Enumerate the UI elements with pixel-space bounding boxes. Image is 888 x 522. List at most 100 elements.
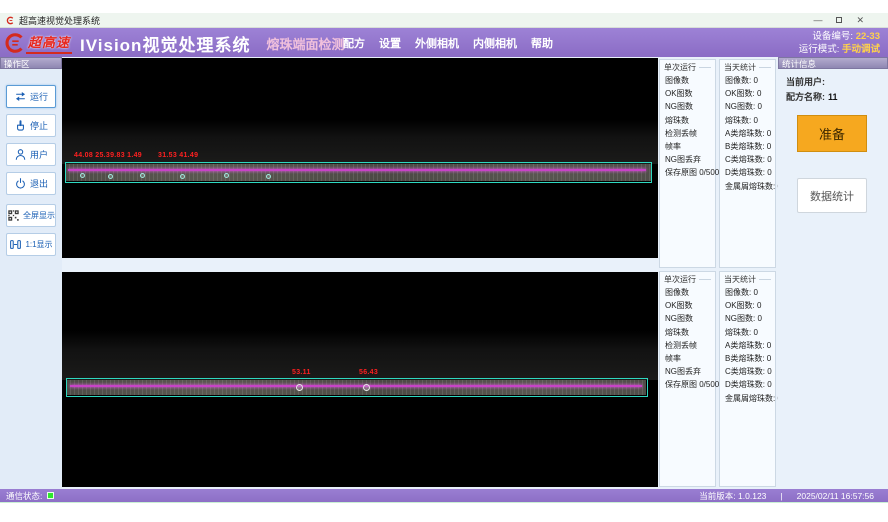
run-button-label: 运行 xyxy=(30,90,48,103)
run-mode-value: 手动调试 xyxy=(842,44,880,55)
statistics-info-panel: 统计信息 当前用户: 配方名称:11 准备 数据统计 xyxy=(778,57,888,489)
stat-row: 检测丢帧 xyxy=(665,127,713,140)
minimize-icon[interactable]: — xyxy=(813,16,822,25)
stat-row: A类熔珠数: 0 xyxy=(725,127,773,140)
stat-row: NG图数: 0 xyxy=(725,312,773,325)
user-button-label: 用户 xyxy=(30,148,48,161)
device-number-value: 22-33 xyxy=(856,31,880,42)
main-area: 操作区 运行 停止 用户 xyxy=(0,57,888,489)
app-subtitle: 熔珠端面检测 xyxy=(266,34,344,53)
menu-inner-camera[interactable]: 内侧相机 xyxy=(473,35,517,51)
menu-help[interactable]: 帮助 xyxy=(531,35,553,51)
defect-marker xyxy=(108,174,113,179)
stat-row: C类熔珠数: 0 xyxy=(725,153,773,166)
stat-row: 图像数: 0 xyxy=(725,286,773,299)
single-run-card-bottom: 单次运行 图像数OK图数NG图数熔珠数检测丢帧帧率NG图丢弃保存原图 0/500 xyxy=(659,271,716,487)
stat-row: NG图丢弃 xyxy=(665,153,713,166)
stat-row: NG图丢弃 xyxy=(665,365,713,378)
defect-marker xyxy=(224,173,229,178)
app-header: 超高速 IVision视觉处理系统 熔珠端面检测 配方 设置 外侧相机 内侧相机… xyxy=(0,28,888,58)
menu-settings[interactable]: 设置 xyxy=(379,35,401,51)
stat-row: 熔珠数: 0 xyxy=(725,326,773,339)
measurement-annotation: 53.11 xyxy=(292,369,311,376)
run-mode-label: 运行模式: xyxy=(799,44,840,55)
stat-row: 金属屑熔珠数: 0 xyxy=(725,180,773,193)
comm-status-indicator xyxy=(47,492,54,499)
stat-row: 检测丢帧 xyxy=(665,339,713,352)
card-title: 单次运行 xyxy=(664,274,711,285)
menu-bar: 配方 设置 外侧相机 内侧相机 帮助 xyxy=(343,28,553,58)
stat-row: 图像数 xyxy=(665,286,713,299)
single-run-rows: 图像数OK图数NG图数熔珠数检测丢帧帧率NG图丢弃保存原图 0/500 xyxy=(665,74,713,180)
stat-row: 熔珠数 xyxy=(665,326,713,339)
stat-row: 帧率 xyxy=(665,352,713,365)
maximize-icon[interactable] xyxy=(836,17,842,23)
brand-text: 超高速 xyxy=(26,32,72,54)
stop-button[interactable]: 停止 xyxy=(6,114,56,137)
defect-marker xyxy=(180,174,185,179)
one-to-one-button-label: 1:1显示 xyxy=(25,239,52,250)
user-icon xyxy=(14,148,27,161)
run-button[interactable]: 运行 xyxy=(6,85,56,108)
stat-row: NG图数: 0 xyxy=(725,100,773,113)
defect-marker xyxy=(363,384,370,391)
version-value: 1.0.123 xyxy=(738,491,766,501)
today-stats-card-top: 当天统计 图像数: 0OK图数: 0NG图数: 0熔珠数: 0A类熔珠数: 0B… xyxy=(719,59,776,268)
stat-row: OK图数 xyxy=(665,87,713,100)
status-bar: 通信状态: 当前版本: 1.0.123 | 2025/02/11 16:57:5… xyxy=(0,489,888,503)
stat-row: NG图数 xyxy=(665,100,713,113)
single-run-card-top: 单次运行 图像数OK图数NG图数熔珠数检测丢帧帧率NG图丢弃保存原图 0/500 xyxy=(659,59,716,268)
today-stats-card-bottom: 当天统计 图像数: 0OK图数: 0NG图数: 0熔珠数: 0A类熔珠数: 0B… xyxy=(719,271,776,487)
user-button[interactable]: 用户 xyxy=(6,143,56,166)
brand-swirl-icon xyxy=(4,32,26,54)
image-haze xyxy=(62,120,658,164)
device-number-label: 设备编号: xyxy=(812,31,853,42)
stat-row: B类熔珠数: 0 xyxy=(725,140,773,153)
one-to-one-button[interactable]: 1:1显示 xyxy=(6,233,56,256)
stat-row: D类熔珠数: 0 xyxy=(725,378,773,391)
menu-outer-camera[interactable]: 外侧相机 xyxy=(415,35,459,51)
application-window: 超高速视觉处理系统 — ✕ 超高速 IVision视觉处理系统 熔珠端面检测 配… xyxy=(0,0,888,522)
today-stats-rows: 图像数: 0OK图数: 0NG图数: 0熔珠数: 0A类熔珠数: 0B类熔珠数:… xyxy=(725,286,773,405)
run-cycle-icon xyxy=(14,90,27,103)
exit-button[interactable]: 退出 xyxy=(6,172,56,195)
defect-marker xyxy=(140,173,145,178)
header-info: 设备编号: 22-33 运行模式: 手动调试 xyxy=(799,30,880,56)
stat-row: 熔珠数 xyxy=(665,114,713,127)
fullscreen-button[interactable]: 全屏显示 xyxy=(6,204,56,227)
prepare-button[interactable]: 准备 xyxy=(797,115,867,152)
defect-marker xyxy=(296,384,303,391)
defect-marker xyxy=(266,174,271,179)
stat-row: 图像数: 0 xyxy=(725,74,773,87)
version-label: 当前版本: xyxy=(699,491,735,501)
stat-row: 熔珠数: 0 xyxy=(725,114,773,127)
close-icon[interactable]: ✕ xyxy=(856,16,864,25)
stat-row: 金属屑熔珠数: 0 xyxy=(725,392,773,405)
data-statistics-button[interactable]: 数据统计 xyxy=(797,178,867,213)
menu-recipe[interactable]: 配方 xyxy=(343,35,365,51)
measurement-annotation: 31.53 41.49 xyxy=(158,152,198,159)
card-title: 单次运行 xyxy=(664,62,711,73)
comm-status-label: 通信状态: xyxy=(6,490,42,502)
camera-viewport-top[interactable]: 44.08 25.39.83 1.49 31.53 41.49 xyxy=(62,58,658,258)
camera-viewport-bottom[interactable]: 53.11 56.43 xyxy=(62,272,658,487)
app-title: IVision视觉处理系统 xyxy=(80,31,250,56)
fullscreen-grid-icon xyxy=(7,209,20,222)
info-panel-title: 统计信息 xyxy=(778,57,888,69)
status-datetime: 2025/02/11 16:57:56 xyxy=(797,491,874,501)
stat-row: 保存原图 0/500 xyxy=(665,166,713,179)
stat-row: A类熔珠数: 0 xyxy=(725,339,773,352)
detection-rect xyxy=(66,378,648,397)
stat-row: C类熔珠数: 0 xyxy=(725,365,773,378)
recipe-name-value: 11 xyxy=(828,92,838,102)
power-icon xyxy=(14,177,27,190)
measurement-annotation: 44.08 25.39.83 1.49 xyxy=(74,152,142,159)
detection-rect xyxy=(65,162,652,183)
stat-row: OK图数: 0 xyxy=(725,87,773,100)
card-title: 当天统计 xyxy=(724,274,771,285)
os-titlebar: 超高速视觉处理系统 — ✕ xyxy=(0,13,888,28)
recipe-name-label: 配方名称: xyxy=(786,92,825,102)
brand: 超高速 xyxy=(0,32,72,54)
measurement-annotation: 56.43 xyxy=(359,369,378,376)
sidebar-title: 操作区 xyxy=(0,57,62,69)
